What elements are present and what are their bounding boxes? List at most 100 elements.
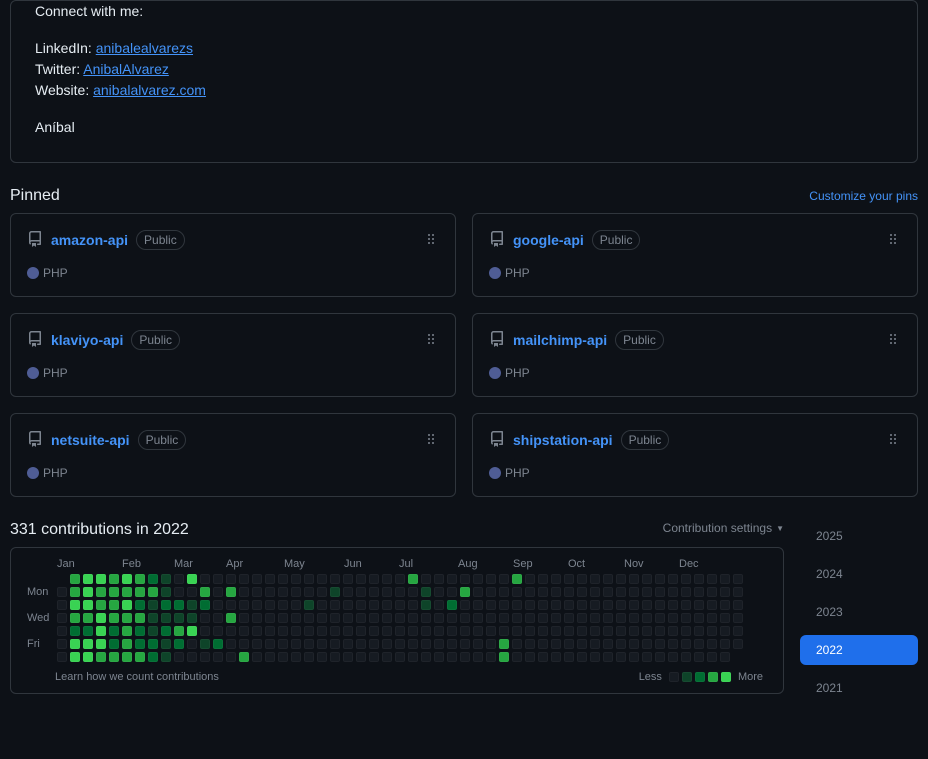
contribution-cell[interactable]	[473, 652, 483, 662]
contribution-cell[interactable]	[148, 600, 158, 610]
contribution-cell[interactable]	[473, 574, 483, 584]
contribution-cell[interactable]	[356, 613, 366, 623]
contribution-cell[interactable]	[187, 574, 197, 584]
contribution-cell[interactable]	[655, 574, 665, 584]
contribution-cell[interactable]	[135, 587, 145, 597]
contribution-cell[interactable]	[668, 613, 678, 623]
contribution-cell[interactable]	[408, 587, 418, 597]
contribution-cell[interactable]	[304, 613, 314, 623]
contribution-cell[interactable]	[642, 652, 652, 662]
contribution-cell[interactable]	[226, 613, 236, 623]
contribution-cell[interactable]	[486, 574, 496, 584]
contribution-cell[interactable]	[122, 639, 132, 649]
contribution-cell[interactable]	[83, 600, 93, 610]
contribution-cell[interactable]	[668, 587, 678, 597]
contribution-cell[interactable]	[265, 600, 275, 610]
contribution-cell[interactable]	[564, 587, 574, 597]
contribution-cell[interactable]	[213, 574, 223, 584]
contribution-cell[interactable]	[616, 652, 626, 662]
contribution-cell[interactable]	[564, 613, 574, 623]
contribution-cell[interactable]	[720, 574, 730, 584]
contribution-cell[interactable]	[629, 652, 639, 662]
contribution-cell[interactable]	[135, 574, 145, 584]
contribution-cell[interactable]	[343, 574, 353, 584]
contribution-cell[interactable]	[460, 574, 470, 584]
contribution-cell[interactable]	[447, 587, 457, 597]
contribution-cell[interactable]	[733, 639, 743, 649]
contribution-cell[interactable]	[330, 613, 340, 623]
contribution-cell[interactable]	[421, 574, 431, 584]
contribution-cell[interactable]	[161, 626, 171, 636]
contribution-cell[interactable]	[330, 626, 340, 636]
contribution-cell[interactable]	[382, 626, 392, 636]
contribution-cell[interactable]	[629, 587, 639, 597]
contribution-cell[interactable]	[239, 652, 249, 662]
contribution-cell[interactable]	[317, 626, 327, 636]
contribution-cell[interactable]	[395, 574, 405, 584]
contribution-cell[interactable]	[304, 626, 314, 636]
contribution-cell[interactable]	[226, 574, 236, 584]
repo-link[interactable]: shipstation-api	[513, 432, 613, 448]
contribution-cell[interactable]	[473, 626, 483, 636]
contribution-cell[interactable]	[538, 652, 548, 662]
contribution-cell[interactable]	[395, 613, 405, 623]
contribution-cell[interactable]	[239, 587, 249, 597]
contribution-cell[interactable]	[330, 652, 340, 662]
contribution-cell[interactable]	[694, 652, 704, 662]
contribution-cell[interactable]	[421, 626, 431, 636]
contribution-cell[interactable]	[278, 626, 288, 636]
year-filter-2021[interactable]: 2021	[800, 673, 918, 703]
contribution-cell[interactable]	[57, 639, 67, 649]
contribution-cell[interactable]	[655, 639, 665, 649]
contribution-cell[interactable]	[434, 652, 444, 662]
contribution-cell[interactable]	[590, 574, 600, 584]
contribution-cell[interactable]	[122, 626, 132, 636]
contribution-cell[interactable]	[382, 574, 392, 584]
contribution-cell[interactable]	[96, 587, 106, 597]
contribution-cell[interactable]	[525, 613, 535, 623]
contribution-cell[interactable]	[512, 626, 522, 636]
contribution-cell[interactable]	[538, 639, 548, 649]
contribution-cell[interactable]	[538, 600, 548, 610]
contribution-cell[interactable]	[83, 639, 93, 649]
contribution-cell[interactable]	[356, 626, 366, 636]
contribution-cell[interactable]	[629, 639, 639, 649]
contribution-cell[interactable]	[70, 639, 80, 649]
contribution-cell[interactable]	[642, 639, 652, 649]
contribution-cell[interactable]	[590, 587, 600, 597]
contribution-cell[interactable]	[681, 587, 691, 597]
contribution-cell[interactable]	[304, 639, 314, 649]
contribution-cell[interactable]	[369, 613, 379, 623]
contribution-cell[interactable]	[343, 639, 353, 649]
contribution-cell[interactable]	[486, 613, 496, 623]
contribution-cell[interactable]	[109, 652, 119, 662]
contribution-cell[interactable]	[57, 587, 67, 597]
contribution-cell[interactable]	[174, 587, 184, 597]
contribution-cell[interactable]	[421, 639, 431, 649]
contribution-cell[interactable]	[421, 600, 431, 610]
contribution-cell[interactable]	[473, 613, 483, 623]
contribution-cell[interactable]	[551, 639, 561, 649]
contribution-cell[interactable]	[356, 587, 366, 597]
contribution-cell[interactable]	[200, 652, 210, 662]
contribution-cell[interactable]	[226, 652, 236, 662]
repo-link[interactable]: klaviyo-api	[51, 332, 123, 348]
contribution-cell[interactable]	[694, 600, 704, 610]
contribution-cell[interactable]	[330, 600, 340, 610]
contribution-cell[interactable]	[668, 626, 678, 636]
contribution-cell[interactable]	[83, 626, 93, 636]
contribution-cell[interactable]	[291, 600, 301, 610]
repo-link[interactable]: netsuite-api	[51, 432, 130, 448]
contribution-cell[interactable]	[408, 626, 418, 636]
contribution-cell[interactable]	[122, 587, 132, 597]
contribution-cell[interactable]	[96, 600, 106, 610]
contribution-cell[interactable]	[577, 574, 587, 584]
contribution-cell[interactable]	[655, 587, 665, 597]
contribution-cell[interactable]	[343, 613, 353, 623]
contribution-cell[interactable]	[603, 600, 613, 610]
contribution-cell[interactable]	[291, 639, 301, 649]
contribution-cell[interactable]	[174, 574, 184, 584]
contribution-cell[interactable]	[343, 587, 353, 597]
contribution-cell[interactable]	[655, 613, 665, 623]
contribution-cell[interactable]	[551, 626, 561, 636]
